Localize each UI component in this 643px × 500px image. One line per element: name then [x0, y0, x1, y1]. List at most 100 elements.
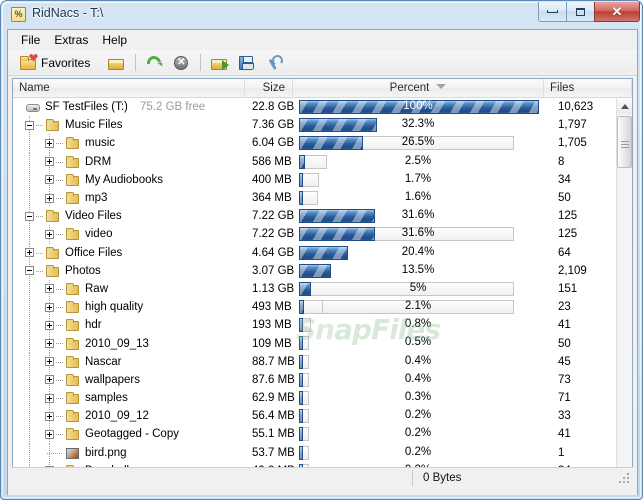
tree-guide-h	[56, 416, 63, 418]
cell-name: mp3	[13, 188, 252, 208]
menu-help[interactable]: Help	[96, 31, 135, 49]
table-row[interactable]: Raw 1.13 GB 5% 151	[13, 279, 617, 299]
cell-percent: 5%	[298, 280, 549, 298]
save-button[interactable]	[233, 52, 260, 74]
menu-file[interactable]: File	[15, 31, 48, 49]
cell-percent: 0.3%	[298, 389, 549, 407]
favorites-button[interactable]: Favorites	[15, 52, 95, 74]
export-folder-icon	[211, 55, 230, 71]
node-label: My Audiobooks	[85, 173, 163, 186]
folder-icon	[66, 282, 80, 295]
cell-percent: 0.2%	[298, 407, 549, 425]
column-header-size[interactable]: Size	[245, 79, 293, 97]
expand-node-button[interactable]	[45, 175, 54, 185]
cell-percent: 0.4%	[298, 371, 549, 389]
open-folder-button[interactable]	[103, 52, 130, 74]
title-bar[interactable]: % RidNacs - T:\ ✕	[1, 1, 642, 29]
expand-node-button[interactable]	[45, 320, 54, 330]
tree-guide-h	[56, 179, 63, 181]
expand-node-button[interactable]	[45, 375, 54, 385]
expand-node-button[interactable]	[45, 157, 54, 167]
tree-guide	[29, 334, 30, 353]
column-header-percent[interactable]: Percent	[293, 79, 544, 97]
collapse-node-button[interactable]	[25, 211, 34, 221]
cell-percent: 26.5%	[298, 134, 549, 152]
expand-node-button[interactable]	[45, 357, 54, 367]
tree-guide-h	[36, 125, 43, 127]
cell-name: Music Files	[13, 116, 252, 135]
table-row[interactable]: mp3 364 MB 1.6% 50	[13, 188, 617, 208]
table-row[interactable]: Video Files 7.22 GB 31.6% 125	[13, 207, 617, 226]
table-row[interactable]: hdr 193 MB 0.8% 41	[13, 316, 617, 335]
toolbar-separator-2	[200, 54, 202, 71]
cell-name: high quality	[13, 298, 252, 317]
expand-node-button[interactable]	[45, 393, 54, 403]
table-row[interactable]: DRM 586 MB 2.5% 8	[13, 152, 617, 171]
cell-files: 23	[558, 301, 571, 314]
node-label: samples	[85, 392, 128, 405]
cell-name: hdr	[13, 316, 252, 335]
settings-button[interactable]	[260, 52, 287, 74]
table-row[interactable]: Photos 3.07 GB 13.5% 2,109	[13, 261, 617, 280]
table-row[interactable]: SF TestFiles (T:) 75.2 GB free 22.8 GB 100%…	[13, 98, 617, 116]
table-row[interactable]: Music Files 7.36 GB 32.3% 1,797	[13, 116, 617, 135]
cell-name: My Audiobooks	[13, 170, 252, 189]
expand-node-button[interactable]	[45, 411, 54, 421]
export-button[interactable]	[206, 52, 233, 74]
cell-name: music	[13, 134, 252, 153]
resize-grip[interactable]	[619, 473, 631, 485]
node-label: Music Files	[65, 119, 123, 132]
menu-extras[interactable]: Extras	[48, 31, 96, 49]
cell-files: 151	[558, 282, 578, 295]
cell-files: 50	[558, 192, 571, 205]
percent-label: 2.1%	[404, 300, 432, 313]
cell-name: Photos	[13, 261, 252, 280]
cell-size: 22.8 GB	[252, 101, 295, 114]
table-row[interactable]: 2010_09_13 109 MB 0.5% 50	[13, 334, 617, 353]
minimize-button[interactable]	[538, 2, 567, 22]
cell-size: 400 MB	[252, 173, 292, 186]
percent-label: 0.3%	[404, 391, 432, 403]
close-button[interactable]: ✕	[594, 2, 640, 22]
table-row[interactable]: Geotagged - Copy 55.1 MB 0.2% 41	[13, 425, 617, 444]
table-row[interactable]: My Audiobooks 400 MB 1.7% 34	[13, 170, 617, 189]
column-header-name[interactable]: Name	[13, 79, 245, 97]
cell-size: 7.22 GB	[252, 210, 295, 223]
table-row[interactable]: Nascar 88.7 MB 0.4% 45	[13, 352, 617, 371]
cell-percent: 0.8%	[298, 316, 549, 334]
expand-node-button[interactable]	[45, 429, 54, 439]
cell-size: 53.7 MB	[252, 446, 295, 459]
collapse-node-button[interactable]	[25, 266, 34, 276]
expand-node-button[interactable]	[45, 138, 54, 148]
ridnacs-icon: %	[11, 7, 26, 22]
table-row[interactable]: high quality 493 MB 2.1% 23	[13, 298, 617, 317]
node-label: 2010_09_13	[85, 337, 149, 350]
folder-heart-icon	[20, 54, 38, 71]
maximize-button[interactable]	[566, 2, 595, 22]
vertical-scrollbar[interactable]	[616, 98, 632, 485]
table-row[interactable]: wallpapers 87.6 MB 0.4% 73	[13, 370, 617, 389]
cell-files: 2,109	[558, 264, 587, 277]
stop-button[interactable]: ✕	[168, 52, 195, 74]
table-row[interactable]: 2010_09_12 56.4 MB 0.2% 33	[13, 407, 617, 426]
table-row[interactable]: video 7.22 GB 31.6% 125	[13, 225, 617, 244]
scrollbar-thumb[interactable]	[617, 116, 632, 168]
collapse-node-button[interactable]	[25, 120, 34, 130]
expand-node-button[interactable]	[25, 248, 34, 258]
expand-node-button[interactable]	[45, 302, 54, 312]
table-row[interactable]: samples 62.9 MB 0.3% 71	[13, 389, 617, 408]
expand-node-button[interactable]	[45, 339, 54, 349]
refresh-icon	[144, 52, 165, 73]
expand-node-button[interactable]	[45, 193, 54, 203]
expand-node-button[interactable]	[45, 284, 54, 294]
refresh-button[interactable]	[141, 52, 168, 74]
table-row[interactable]: music 6.04 GB 26.5% 1,705	[13, 134, 617, 153]
expand-node-button[interactable]	[45, 229, 54, 239]
table-row[interactable]: bird.png 53.7 MB 0.2% 1	[13, 443, 617, 462]
cell-name: Office Files	[13, 243, 252, 262]
column-header-files[interactable]: Files	[544, 79, 632, 97]
column-header-row: Name Size Percent Files	[13, 79, 632, 98]
table-row[interactable]: Office Files 4.64 GB 20.4% 64	[13, 243, 617, 262]
cell-percent: 20.4%	[298, 244, 549, 262]
scroll-up-button[interactable]	[617, 98, 632, 114]
